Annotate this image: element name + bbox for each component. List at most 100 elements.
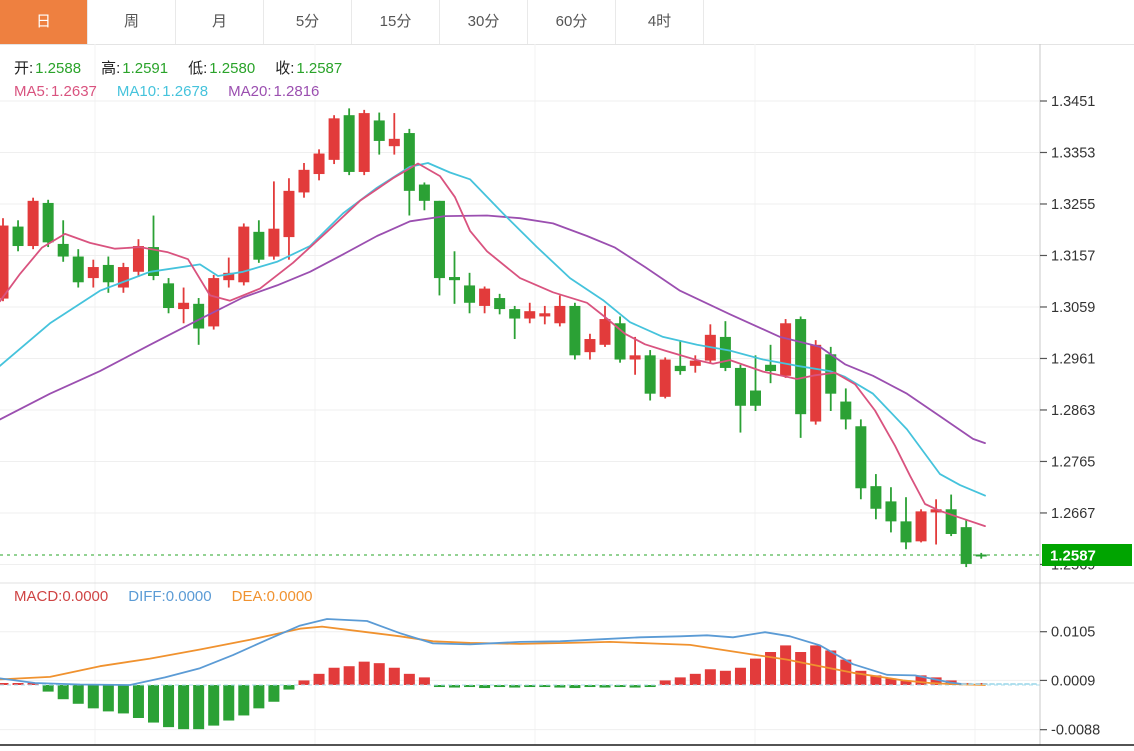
candle-body bbox=[645, 355, 656, 393]
candle-body bbox=[539, 313, 550, 316]
price-axis-tick-label: 1.3157 bbox=[1051, 248, 1095, 264]
candle-body bbox=[479, 289, 490, 306]
price-axis-tick-label: 1.2961 bbox=[1051, 351, 1095, 367]
macd-bar bbox=[118, 685, 129, 713]
trading-chart-page: { "tabs": [ {"label": "日", "active": tru… bbox=[0, 0, 1134, 751]
candle-body bbox=[780, 323, 791, 376]
candle-body bbox=[855, 426, 866, 488]
candle-body bbox=[509, 309, 520, 318]
macd-bar bbox=[735, 668, 746, 685]
candle-body bbox=[58, 244, 69, 257]
macd-bar bbox=[299, 680, 310, 685]
candle-body bbox=[283, 191, 294, 237]
macd-bar bbox=[58, 685, 69, 699]
candles bbox=[0, 108, 987, 567]
tab-month[interactable]: 月 bbox=[176, 0, 264, 44]
candle-body bbox=[765, 365, 776, 371]
candle-body bbox=[178, 303, 189, 309]
macd-bar bbox=[795, 652, 806, 685]
macd-bar bbox=[223, 685, 234, 721]
candle-body bbox=[434, 201, 445, 278]
tab-day[interactable]: 日 bbox=[0, 0, 88, 44]
candle-body bbox=[750, 391, 761, 406]
macd-bar bbox=[178, 685, 189, 729]
candle-body bbox=[299, 170, 310, 193]
candle-body bbox=[208, 278, 219, 326]
price-axis-tick-label: 1.2863 bbox=[1051, 403, 1095, 419]
macd-bar bbox=[283, 685, 294, 690]
candle-body bbox=[675, 366, 686, 371]
macd-bar bbox=[103, 685, 114, 711]
candle-body bbox=[0, 226, 9, 299]
candle-body bbox=[735, 368, 746, 406]
candle-body bbox=[569, 306, 580, 355]
candle-body bbox=[961, 527, 972, 564]
current-price-badge-label: 1.2587 bbox=[1050, 547, 1096, 564]
macd-bar bbox=[750, 659, 761, 685]
candle-body bbox=[630, 355, 641, 359]
candle-body bbox=[163, 283, 174, 308]
ma5-line bbox=[0, 164, 985, 527]
candle-body bbox=[193, 304, 204, 329]
ma20-line bbox=[0, 216, 985, 444]
candle-body bbox=[73, 257, 84, 283]
macd-bar bbox=[253, 685, 264, 708]
macd-bar bbox=[133, 685, 144, 718]
price-axis-tick-label: 1.3451 bbox=[1051, 94, 1095, 110]
candle-body bbox=[976, 554, 987, 556]
tab-week[interactable]: 周 bbox=[88, 0, 176, 44]
tab-30min[interactable]: 30分 bbox=[440, 0, 528, 44]
candle-body bbox=[449, 277, 460, 280]
candle-body bbox=[419, 185, 430, 201]
macd-bar bbox=[705, 669, 716, 685]
macd-bar bbox=[329, 668, 340, 685]
candle-body bbox=[133, 246, 144, 272]
candle-body bbox=[13, 227, 24, 246]
macd-bar bbox=[389, 668, 400, 685]
candle-body bbox=[660, 360, 671, 397]
tab-4hour[interactable]: 4时 bbox=[616, 0, 704, 44]
macd-bar bbox=[720, 671, 731, 685]
macd-bar bbox=[238, 685, 249, 715]
timeframe-tabbar: 日 周 月 5分 15分 30分 60分 4时 bbox=[0, 0, 1134, 45]
candle-body bbox=[103, 265, 114, 282]
candle-body bbox=[870, 486, 881, 509]
candle-body bbox=[810, 345, 821, 422]
candle-body bbox=[374, 120, 385, 140]
price-axis-tick-label: 1.2667 bbox=[1051, 506, 1095, 522]
candle-body bbox=[314, 154, 325, 174]
candle-body bbox=[720, 337, 731, 368]
candle-body bbox=[28, 201, 39, 246]
candle-body bbox=[253, 232, 264, 260]
candle-body bbox=[329, 118, 340, 160]
macd-axis-labels: 0.0105 0.0009 -0.0088 bbox=[1040, 625, 1100, 739]
candle-body bbox=[389, 139, 400, 146]
macd-axis-tick-label: -0.0088 bbox=[1051, 723, 1100, 739]
macd-bar bbox=[359, 662, 370, 685]
macd-bar bbox=[193, 685, 204, 729]
current-price-badge: 1.2587 bbox=[1042, 544, 1132, 566]
macd-bar bbox=[780, 645, 791, 685]
candle-body bbox=[840, 402, 851, 420]
candle-body bbox=[554, 306, 565, 323]
macd-bar bbox=[163, 685, 174, 727]
candle-body bbox=[600, 319, 611, 345]
macd-bar bbox=[43, 685, 54, 692]
vertical-gridlines bbox=[95, 44, 975, 745]
macd-bar bbox=[268, 685, 279, 702]
candle-body bbox=[524, 311, 535, 318]
macd-bar bbox=[374, 663, 385, 685]
macd-axis-tick-label: 0.0105 bbox=[1051, 625, 1095, 641]
tab-5min[interactable]: 5分 bbox=[264, 0, 352, 44]
price-axis-labels: 1.34511.33531.32551.31571.30591.29611.28… bbox=[1040, 94, 1095, 573]
macd-bar bbox=[404, 674, 415, 685]
macd-bar bbox=[314, 674, 325, 685]
macd-axis-tick-label: 0.0009 bbox=[1051, 673, 1095, 689]
price-axis-tick-label: 1.3255 bbox=[1051, 197, 1095, 213]
macd-bar bbox=[208, 685, 219, 726]
candlestick-chart[interactable]: 1.34511.33531.32551.31571.30591.29611.28… bbox=[0, 44, 1134, 751]
macd-bar bbox=[660, 680, 671, 685]
candle-body bbox=[238, 227, 249, 283]
tab-15min[interactable]: 15分 bbox=[352, 0, 440, 44]
tab-60min[interactable]: 60分 bbox=[528, 0, 616, 44]
